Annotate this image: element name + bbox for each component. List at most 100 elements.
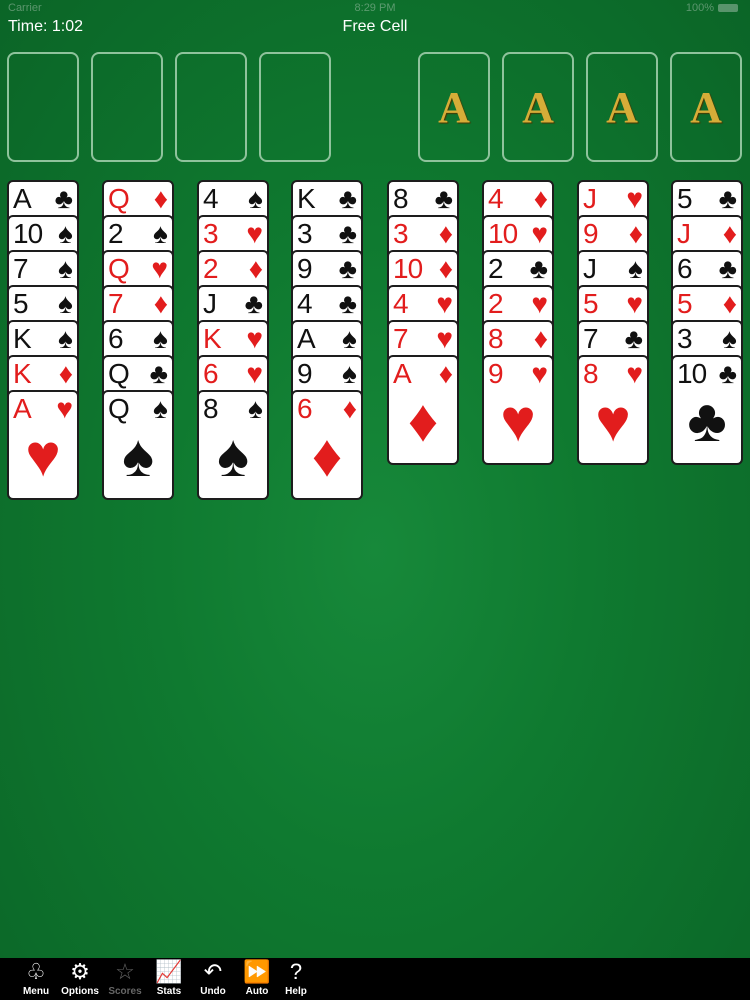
auto-button[interactable]: ⏩ Auto xyxy=(235,958,279,1000)
card-rank: A xyxy=(13,393,32,424)
scores-button[interactable]: ☆ Scores xyxy=(103,958,147,1000)
toolbar-label: Auto xyxy=(245,986,269,997)
free-cell-2[interactable] xyxy=(91,52,163,162)
card-rank: A xyxy=(297,323,316,354)
card-rank: 9 xyxy=(488,358,504,389)
card-rank: J xyxy=(583,253,597,284)
card-rank: 10 xyxy=(13,218,43,249)
card-suit-icon: ♠ xyxy=(153,218,168,249)
card-suit-icon: ♠ xyxy=(722,323,737,354)
free-cell-1[interactable] xyxy=(7,52,79,162)
card-rank: 7 xyxy=(108,288,124,319)
help-button[interactable]: ? Help xyxy=(274,958,318,1000)
card-rank: J xyxy=(583,183,597,214)
card-suit-icon: ♠ xyxy=(153,393,168,424)
free-cell-3[interactable] xyxy=(175,52,247,162)
card-suit-icon: ♥ xyxy=(531,358,548,389)
card-rank: 3 xyxy=(393,218,409,249)
card-suit-icon: ♣ xyxy=(718,183,737,214)
foundation-2-label: A xyxy=(522,83,554,132)
card-suit-icon: ♣ xyxy=(54,183,73,214)
card-rank: Q xyxy=(108,183,130,214)
card-suit-icon: ♦ xyxy=(722,218,737,249)
card-center-suit-icon: ♥ xyxy=(595,387,631,454)
card-rank: K xyxy=(13,358,32,389)
card-rank: J xyxy=(677,218,691,249)
card-center-suit-icon: ♦ xyxy=(311,422,343,489)
chart-icon: 📈 xyxy=(155,959,183,984)
card-rank: 9 xyxy=(583,218,599,249)
card[interactable]: 10 ♣ ♣ xyxy=(671,355,743,465)
card-center-suit-icon: ♣ xyxy=(687,387,727,454)
card-suit-icon: ♦ xyxy=(248,253,263,284)
card-suit-icon: ♠ xyxy=(342,358,357,389)
card-rank: A xyxy=(393,358,412,389)
card-suit-icon: ♥ xyxy=(626,288,643,319)
card-rank: K xyxy=(203,323,222,354)
card[interactable]: 8 ♠ ♠ xyxy=(197,390,269,500)
gear-icon: ⚙ xyxy=(70,959,90,984)
card-suit-icon: ♣ xyxy=(624,323,643,354)
card-suit-icon: ♣ xyxy=(434,183,453,214)
card-rank: 8 xyxy=(393,183,409,214)
card-suit-icon: ♦ xyxy=(342,393,357,424)
stats-button[interactable]: 📈 Stats xyxy=(147,958,191,1000)
card-rank: 4 xyxy=(488,183,504,214)
card-rank: 5 xyxy=(677,183,693,214)
foundation-4-label: A xyxy=(690,83,722,132)
options-button[interactable]: ⚙ Options xyxy=(58,958,102,1000)
clock-label: 8:29 PM xyxy=(354,2,396,14)
card-rank: 8 xyxy=(203,393,219,424)
card[interactable]: Q ♠ ♠ xyxy=(102,390,174,500)
card[interactable]: A ♥ ♥ xyxy=(7,390,79,500)
card-suit-icon: ♥ xyxy=(531,288,548,319)
card-suit-icon: ♣ xyxy=(718,253,737,284)
toolbar-label: Help xyxy=(285,986,307,997)
card-rank: J xyxy=(203,288,217,319)
card-rank: A xyxy=(13,183,32,214)
card-suit-icon: ♠ xyxy=(58,288,73,319)
card-suit-icon: ♠ xyxy=(248,183,263,214)
card-suit-icon: ♥ xyxy=(626,183,643,214)
card-suit-icon: ♣ xyxy=(338,288,357,319)
card-rank: 2 xyxy=(488,253,504,284)
card-center-suit-icon: ♠ xyxy=(122,422,154,489)
card-rank: 10 xyxy=(488,218,518,249)
card[interactable]: A ♦ ♦ xyxy=(387,355,459,465)
card-rank: 3 xyxy=(297,218,313,249)
card-suit-icon: ♦ xyxy=(153,183,168,214)
card-rank: 2 xyxy=(203,253,219,284)
card-suit-icon: ♥ xyxy=(246,323,263,354)
undo-button[interactable]: ↶ Undo xyxy=(191,958,235,1000)
card-rank: 10 xyxy=(677,358,707,389)
card[interactable]: 9 ♥ ♥ xyxy=(482,355,554,465)
card-suit-icon: ♠ xyxy=(248,393,263,424)
menu-icon: ♧ xyxy=(26,959,46,984)
card-suit-icon: ♥ xyxy=(531,218,548,249)
card-suit-icon: ♥ xyxy=(436,323,453,354)
card-rank: 9 xyxy=(297,253,313,284)
card-rank: 2 xyxy=(108,218,124,249)
card-rank: Q xyxy=(108,393,130,424)
card[interactable]: 6 ♦ ♦ xyxy=(291,390,363,500)
free-cell-4[interactable] xyxy=(259,52,331,162)
undo-icon: ↶ xyxy=(203,959,223,984)
card-suit-icon: ♦ xyxy=(438,253,453,284)
card-rank: 3 xyxy=(203,218,219,249)
card-suit-icon: ♣ xyxy=(338,253,357,284)
card-suit-icon: ♠ xyxy=(153,323,168,354)
card-rank: 9 xyxy=(297,358,313,389)
menu-button[interactable]: ♧ Menu xyxy=(14,958,58,1000)
card-suit-icon: ♥ xyxy=(626,358,643,389)
status-bar: Carrier 8:29 PM 100% xyxy=(0,0,750,16)
card[interactable]: 8 ♥ ♥ xyxy=(577,355,649,465)
card-suit-icon: ♣ xyxy=(338,183,357,214)
card-center-suit-icon: ♦ xyxy=(407,387,439,454)
card-suit-icon: ♦ xyxy=(438,218,453,249)
card-suit-icon: ♣ xyxy=(244,288,263,319)
card-rank: Q xyxy=(108,358,130,389)
card-rank: 5 xyxy=(677,288,693,319)
page-title: Free Cell xyxy=(342,18,408,35)
card-rank: K xyxy=(13,323,32,354)
card-suit-icon: ♦ xyxy=(722,288,737,319)
